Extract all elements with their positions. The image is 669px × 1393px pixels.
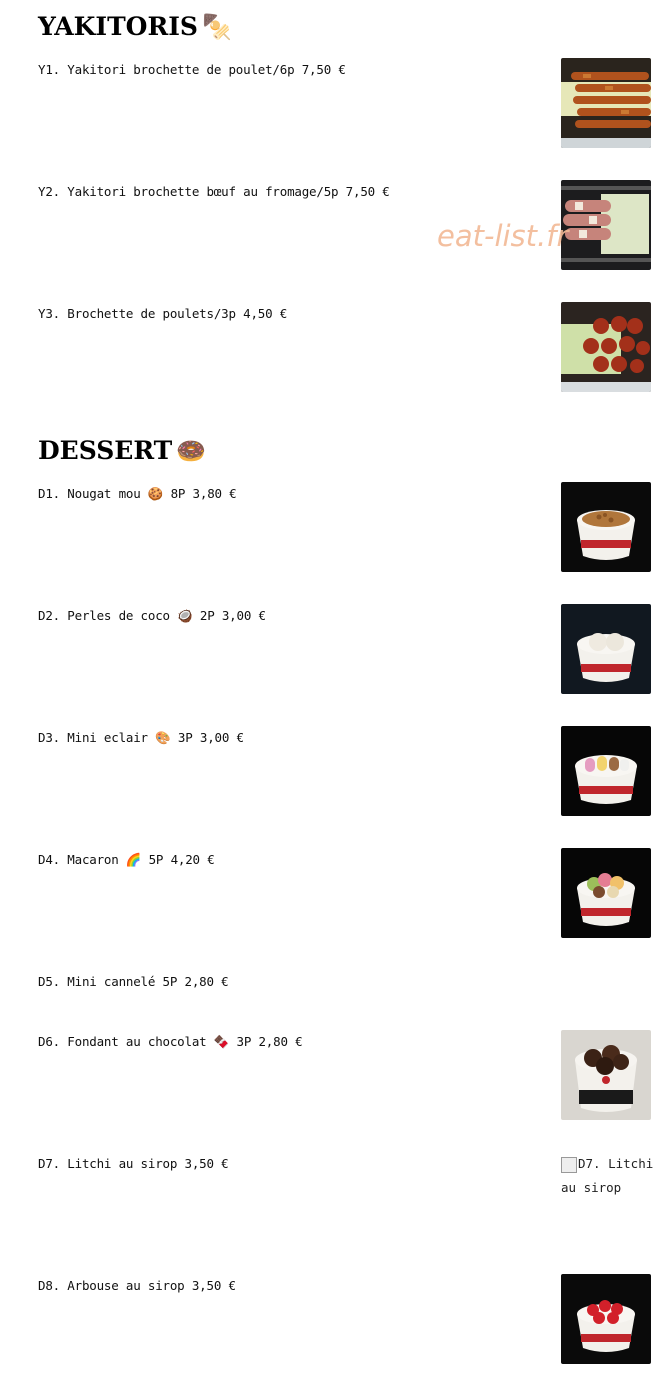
menu-item-y1: Y1. Yakitori brochette de poulet/6p 7,50… — [38, 62, 346, 77]
item-image-y2[interactable] — [561, 180, 651, 270]
menu-item-y2: Y2. Yakitori brochette bœuf au fromage/5… — [38, 184, 390, 199]
item-image-d1[interactable] — [561, 482, 651, 572]
broken-image-icon — [561, 1156, 577, 1173]
donut-icon: 🍩 — [176, 436, 207, 465]
item-image-d3[interactable] — [561, 726, 651, 816]
menu-item-d6: D6. Fondant au chocolat 🍫 3P 2,80 € — [38, 1034, 303, 1049]
menu-item-d2: D2. Perles de coco 🥥 2P 3,00 € — [38, 608, 266, 623]
item-image-y1[interactable] — [561, 58, 651, 148]
menu-item-y3: Y3. Brochette de poulets/3p 4,50 € — [38, 306, 288, 321]
item-image-d7-broken[interactable]: D7. Litchi au sirop — [561, 1152, 656, 1200]
item-image-d6[interactable] — [561, 1030, 651, 1120]
skewer-icon: 🍢 — [201, 12, 232, 41]
menu-item-d1: D1. Nougat mou 🍪 8P 3,80 € — [38, 486, 237, 501]
section-title-yakitoris: YAKITORIS 🍢 — [38, 12, 232, 41]
menu-item-d3: D3. Mini eclair 🎨 3P 3,00 € — [38, 730, 244, 745]
menu-item-d8: D8. Arbouse au sirop 3,50 € — [38, 1278, 236, 1293]
section-title-text: DESSERT — [38, 436, 173, 465]
item-image-d2[interactable] — [561, 604, 651, 694]
item-image-y3[interactable] — [561, 302, 651, 392]
menu-item-d4: D4. Macaron 🌈 5P 4,20 € — [38, 852, 215, 867]
item-image-d8[interactable] — [561, 1274, 651, 1364]
section-title-dessert: DESSERT 🍩 — [38, 436, 206, 465]
menu-item-d7: D7. Litchi au sirop 3,50 € — [38, 1156, 229, 1171]
menu-item-d5: D5. Mini cannelé 5P 2,80 € — [38, 974, 229, 989]
watermark: eat-list.fr — [437, 219, 569, 253]
section-title-text: YAKITORIS — [38, 12, 198, 41]
item-image-d4[interactable] — [561, 848, 651, 938]
